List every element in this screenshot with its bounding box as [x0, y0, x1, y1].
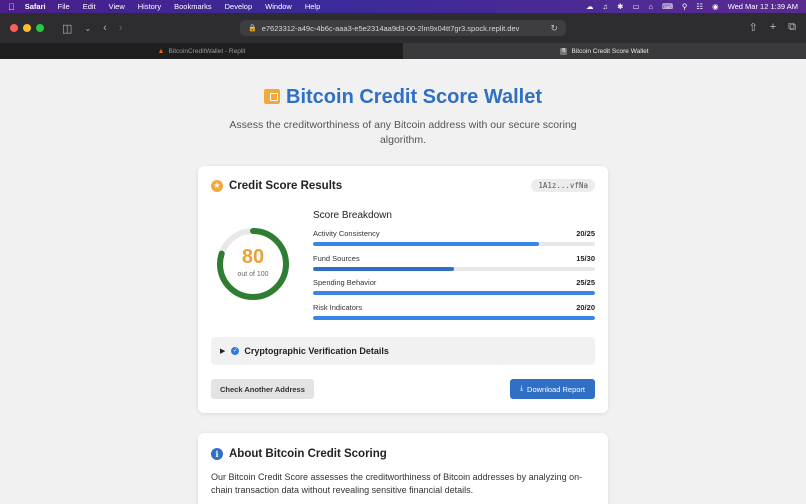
- score-value: 80: [241, 246, 265, 268]
- page-content: Bitcoin Credit Score Wallet Assess the c…: [0, 59, 806, 504]
- url-text: e7623312-a49c-4b6c-aaa3-e5e2314aa9d3-00-…: [261, 23, 520, 33]
- back-icon[interactable]: ‹: [103, 22, 107, 34]
- about-card: i About Bitcoin Credit Scoring Our Bitco…: [198, 433, 608, 504]
- tab-credit-score-wallet[interactable]: B Bitcoin Credit Score Wallet: [403, 43, 806, 59]
- metric-activity-consistency: Activity Consistency 20/25: [313, 229, 595, 246]
- metric-bar-fill: [313, 316, 595, 320]
- metric-label: Fund Sources: [313, 254, 360, 263]
- metric-value: 15/30: [576, 254, 595, 263]
- toolbar-right-actions: ⇧ + ⧉: [748, 21, 796, 34]
- zoom-window-button[interactable]: [36, 24, 44, 32]
- menubar-clock[interactable]: Wed Mar 12 1:39 AM: [728, 2, 798, 11]
- metric-bar-fill: [313, 267, 454, 271]
- bluetooth-icon[interactable]: ✱: [617, 2, 623, 11]
- chevron-down-icon[interactable]: ⌄: [84, 24, 91, 33]
- wallet-icon: [264, 89, 281, 104]
- metric-value: 25/25: [576, 278, 595, 287]
- metric-label: Risk Indicators: [313, 303, 363, 312]
- results-title: Credit Score Results: [229, 180, 343, 192]
- metric-bar-track: [313, 242, 595, 246]
- menu-edit[interactable]: Edit: [83, 2, 96, 11]
- metric-bar-fill: [313, 291, 595, 295]
- tab-bar: ▲ BitcoinCreditWallet - Replit B Bitcoin…: [0, 43, 806, 59]
- about-text: Our Bitcoin Credit Score assesses the cr…: [211, 472, 583, 495]
- cloud-icon[interactable]: ☁: [586, 2, 594, 11]
- forward-icon[interactable]: ›: [119, 22, 123, 34]
- verification-details-toggle[interactable]: ▶ ✓ Cryptographic Verification Details: [211, 337, 595, 365]
- keyboard-icon[interactable]: ⌨: [662, 2, 673, 11]
- menu-view[interactable]: View: [109, 2, 125, 11]
- tab-label: Bitcoin Credit Score Wallet: [571, 47, 649, 55]
- menu-develop[interactable]: Develop: [225, 2, 253, 11]
- tab-replit[interactable]: ▲ BitcoinCreditWallet - Replit: [0, 43, 403, 59]
- metric-fund-sources: Fund Sources 15/30: [313, 254, 595, 271]
- about-title: About Bitcoin Credit Scoring: [229, 448, 387, 460]
- about-header: i About Bitcoin Credit Scoring: [211, 448, 387, 460]
- menu-window[interactable]: Window: [265, 2, 292, 11]
- check-another-address-button[interactable]: Check Another Address: [211, 379, 314, 399]
- metric-bar-fill: [313, 242, 539, 246]
- battery-icon[interactable]: ▭: [632, 2, 639, 11]
- verification-label: Cryptographic Verification Details: [244, 346, 389, 356]
- window-controls: [10, 24, 44, 32]
- check-icon: ✓: [231, 347, 240, 355]
- metric-spending-behavior: Spending Behavior 25/25: [313, 278, 595, 295]
- page-title: Bitcoin Credit Score Wallet: [0, 86, 806, 109]
- menu-help[interactable]: Help: [305, 2, 320, 11]
- macos-menubar:  Safari File Edit View History Bookmark…: [0, 0, 806, 13]
- page-title-text: Bitcoin Credit Score Wallet: [286, 86, 542, 108]
- reload-icon[interactable]: ↻: [550, 23, 558, 34]
- siri-icon[interactable]: ◉: [712, 2, 719, 11]
- tab-overview-icon[interactable]: ⧉: [788, 21, 796, 34]
- download-icon: ⤓: [519, 385, 524, 392]
- menu-file[interactable]: File: [58, 2, 70, 11]
- breakdown-title: Score Breakdown: [313, 210, 392, 221]
- menu-app-name[interactable]: Safari: [25, 2, 46, 11]
- metric-value: 20/20: [576, 303, 595, 312]
- metric-bar-track: [313, 291, 595, 295]
- new-tab-icon[interactable]: +: [770, 21, 776, 34]
- menu-history[interactable]: History: [138, 2, 161, 11]
- apple-icon[interactable]: : [8, 2, 15, 12]
- metric-bar-track: [313, 267, 595, 271]
- page-favicon-icon: B: [560, 47, 568, 55]
- disclosure-triangle-icon: ▶: [220, 348, 226, 355]
- score-max-label: out of 100: [237, 271, 269, 278]
- tab-label: BitcoinCreditWallet - Replit: [168, 47, 246, 55]
- credit-score-results-card: ★ Credit Score Results 1A1z...vfNa 80 ou…: [198, 166, 608, 413]
- music-icon[interactable]: ♫: [603, 2, 609, 11]
- metric-bar-track: [313, 316, 595, 320]
- page-subtitle: Assess the creditworthiness of any Bitco…: [229, 119, 577, 146]
- lock-icon: 🔒: [248, 25, 257, 32]
- metric-value: 20/25: [576, 229, 595, 238]
- download-label: Download Report: [527, 384, 585, 394]
- menu-bookmarks[interactable]: Bookmarks: [174, 2, 212, 11]
- download-report-button[interactable]: ⤓ Download Report: [509, 379, 595, 399]
- metric-label: Spending Behavior: [313, 278, 377, 287]
- metric-risk-indicators: Risk Indicators 20/20: [313, 303, 595, 320]
- minimize-window-button[interactable]: [23, 24, 31, 32]
- metric-label: Activity Consistency: [313, 229, 380, 238]
- info-icon: i: [211, 448, 223, 460]
- replit-icon: ▲: [157, 47, 165, 55]
- close-window-button[interactable]: [10, 24, 18, 32]
- star-icon: ★: [211, 180, 223, 192]
- wifi-icon[interactable]: ⌂: [649, 2, 654, 11]
- search-icon[interactable]: ⚲: [682, 2, 688, 11]
- results-header: ★ Credit Score Results: [211, 180, 342, 192]
- browser-toolbar: ◫ ⌄ ‹ › 🔒 e7623312-a49c-4b6c-aaa3-e5e231…: [0, 13, 806, 43]
- menubar-status-area: ☁ ♫ ✱ ▭ ⌂ ⌨ ⚲ ☷ ◉ Wed Mar 12 1:39 AM: [586, 2, 798, 11]
- control-center-icon[interactable]: ☷: [696, 2, 703, 11]
- share-icon[interactable]: ⇧: [748, 21, 757, 34]
- address-bar[interactable]: 🔒 e7623312-a49c-4b6c-aaa3-e5e2314aa9d3-0…: [240, 20, 566, 36]
- address-badge: 1A1z...vfNa: [531, 179, 595, 192]
- sidebar-toggle-icon[interactable]: ◫: [62, 22, 72, 35]
